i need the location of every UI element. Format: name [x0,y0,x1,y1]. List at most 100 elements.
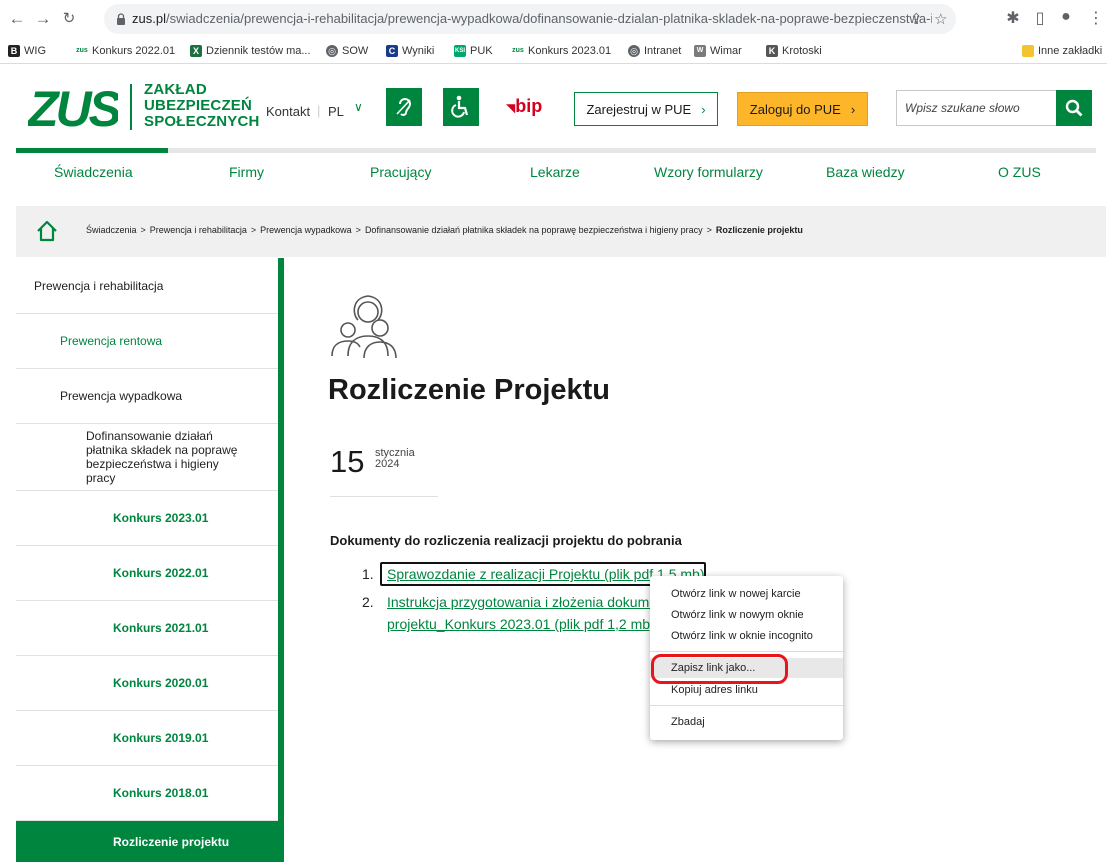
chevron-right-icon: › [701,101,706,117]
bip-flag-icon: ◥ [506,101,516,115]
sidepanel-icon[interactable]: ▯ [1030,8,1050,28]
sidebar-item-konkurs-2023[interactable]: Konkurs 2023.01 [16,491,278,546]
document-link-instrukcja-cont[interactable]: projektu_Konkurs 2023.01 (plik pdf 1,2 m… [387,616,655,632]
bookmark-item[interactable]: K Krotoski [766,45,822,57]
menu-item-open-new-tab[interactable]: Otwórz link w nowej karcie [650,584,843,604]
highlight-annotation [651,654,788,684]
sidebar-item-konkurs-2022[interactable]: Konkurs 2022.01 [16,546,278,601]
sidebar-item-prewencja-wypadkowa[interactable]: Prewencja wypadkowa [16,369,278,424]
documents-heading: Dokumenty do rozliczenia realizacji proj… [330,533,682,548]
date-day: 15 [330,444,365,479]
breadcrumb-item[interactable]: Prewencja i rehabilitacja [150,225,247,235]
logo-text: ZAKŁAD UBEZPIECZEŃ SPOŁECZNYCH [144,81,260,130]
nav-item-firmy[interactable]: Firmy [229,164,264,180]
breadcrumb-trail: Świadczenia > Prewencja i rehabilitacja > Pr… [86,225,803,235]
zus-logo[interactable]: ZUS [28,84,118,130]
kontakt-link[interactable]: Kontakt [266,104,310,119]
sidebar-item-rozliczenie-projektu[interactable]: Rozliczenie projektu [16,821,278,862]
menu-item-open-new-window[interactable]: Otwórz link w nowym oknie [650,605,843,625]
bip-link[interactable]: ◥bip [506,96,542,117]
bookmark-item[interactable]: C Wyniki [386,45,434,57]
list-number: 2. [362,594,374,610]
sidebar-item-konkurs-2021[interactable]: Konkurs 2021.01 [16,601,278,656]
zus-icon: zus [512,45,524,57]
sidebar-item-dofinansowanie[interactable]: Dofinansowanie działań płatnika składek … [16,424,278,491]
bookmarks-bar: B WIG zus Konkurs 2022.01 X Dziennik testów… [0,40,1107,64]
ksi-icon: KSI [454,45,466,57]
url-text: zus.pl/swiadczenia/prewencja-i-rehabilit… [132,11,932,26]
chevron-right-icon: › [850,101,856,117]
nav-indicator [16,148,1096,153]
hearing-icon[interactable] [386,88,422,126]
chevron-down-icon[interactable]: ∨ [354,100,363,114]
bookmark-item[interactable]: B WIG [8,45,46,57]
list-number: 1. [362,566,374,582]
globe-icon: ◎ [326,45,338,57]
profile-icon[interactable]: ● [1056,8,1076,26]
date-month-year: stycznia 2024 [375,447,415,470]
star-icon[interactable]: ☆ [934,10,947,28]
search-box [896,90,1092,126]
svg-text:ZUS: ZUS [28,84,118,130]
back-icon[interactable]: ← [6,8,28,30]
bookmark-item[interactable]: zus Konkurs 2023.01 [512,45,611,57]
extensions-icon[interactable]: ✱ [1003,8,1023,28]
bookmark-icon: B [8,45,20,57]
search-icon [1065,99,1083,117]
krotoski-icon: K [766,45,778,57]
nav-item-lekarze[interactable]: Lekarze [530,164,580,180]
breadcrumb-item[interactable]: Świadczenia [86,225,137,235]
register-pue-button[interactable]: Zarejestruj w PUE › [574,92,718,126]
language-select[interactable]: PL [328,104,344,119]
globe-icon: ◎ [628,45,640,57]
lock-icon [117,13,125,25]
divider [330,496,438,497]
nav-item-swiadczenia[interactable]: Świadczenia [54,164,133,180]
folder-icon [1022,45,1034,57]
bookmark-item[interactable]: W Wimar [694,45,742,57]
divider: | [317,103,321,118]
breadcrumb-current: Rozliczenie projektu [715,225,803,235]
sidebar-border [278,258,284,862]
sidebar-item-prewencja-rentowa[interactable]: Prewencja rentowa [16,314,278,369]
breadcrumb: Świadczenia > Prewencja i rehabilitacja > Pr… [16,206,1106,257]
menu-item-open-incognito[interactable]: Otwórz link w oknie incognito [650,626,843,646]
sidebar-item-konkurs-2018[interactable]: Konkurs 2018.01 [16,766,278,821]
sidebar-item-konkurs-2019[interactable]: Konkurs 2019.01 [16,711,278,766]
address-bar[interactable]: zus.pl/swiadczenia/prewencja-i-rehabilit… [104,4,956,34]
sidebar-item-konkurs-2020[interactable]: Konkurs 2020.01 [16,656,278,711]
bookmark-item[interactable]: zus Konkurs 2022.01 [76,45,175,57]
bookmark-item[interactable]: ◎ Intranet [628,45,681,57]
menu-separator [650,651,843,652]
excel-icon: X [190,45,202,57]
breadcrumb-item[interactable]: Dofinansowanie działań płatnika składek … [365,225,703,235]
menu-separator [650,705,843,706]
search-button[interactable] [1056,90,1092,126]
nav-item-wzory[interactable]: Wzory formularzy [654,164,763,180]
bookmark-item[interactable]: KSI PUK [454,45,493,57]
search-input[interactable] [897,91,1057,125]
bookmark-folder[interactable]: Inne zakładki [1022,45,1102,57]
sidebar: Prewencja i rehabilitacja Prewencja rent… [0,258,290,862]
logo-divider [130,84,132,130]
accessibility-icon[interactable] [443,88,479,126]
zus-icon: zus [76,45,88,57]
nav-item-pracujacy[interactable]: Pracujący [370,164,431,180]
breadcrumb-item[interactable]: Prewencja wypadkowa [260,225,352,235]
menu-item-inspect[interactable]: Zbadaj [650,712,843,732]
main-nav: Świadczenia Firmy Pracujący Lekarze Wzor… [16,164,1096,186]
home-icon[interactable] [36,220,58,242]
sidebar-item-prewencja-rehabilitacja[interactable]: Prewencja i rehabilitacja [16,258,278,314]
menu-icon[interactable]: ⋮ [1086,8,1106,28]
people-icon [331,295,397,359]
browser-toolbar: ← → ↻ zus.pl/swiadczenia/prewencja-i-reh… [0,0,1107,42]
wimar-icon: W [694,45,706,57]
nav-item-baza-wiedzy[interactable]: Baza wiedzy [826,164,905,180]
reload-icon[interactable]: ↻ [58,8,80,30]
bookmark-item[interactable]: ◎ SOW [326,45,368,57]
forward-icon[interactable]: → [32,8,54,30]
nav-item-o-zus[interactable]: O ZUS [998,164,1041,180]
share-icon[interactable]: ⇪ [910,10,923,28]
login-pue-button[interactable]: Zaloguj do PUE › [737,92,868,126]
bookmark-item[interactable]: X Dziennik testów ma... [190,45,311,57]
